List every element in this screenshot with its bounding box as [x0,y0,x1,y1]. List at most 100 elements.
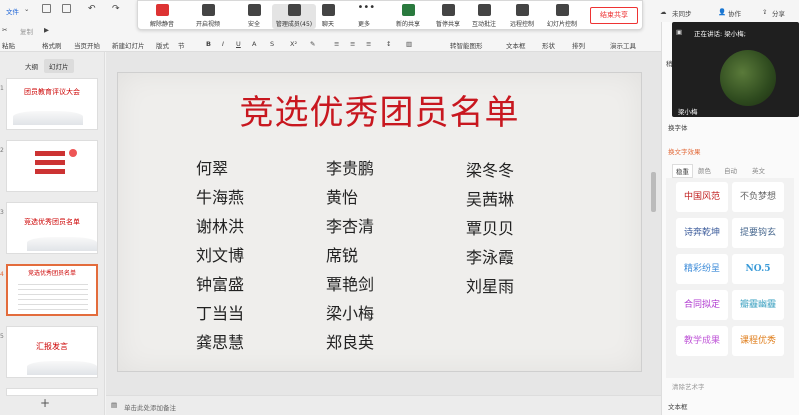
remote-control-button[interactable]: 远程控制 [502,4,542,28]
align-right-icon[interactable]: ≡ [366,40,371,48]
new-share-button[interactable]: 新的共享 [388,4,428,28]
name-text: 丁当当 [196,304,245,323]
name-text: 梁冬冬 [466,161,515,180]
change-font-item[interactable]: 换字体 [668,122,688,132]
tab-outline[interactable]: 大纲 [20,59,43,73]
wordart-sample[interactable]: 教学成果 [676,326,728,356]
textbox-button[interactable]: 文本框 [506,40,526,50]
undo-icon[interactable]: ↶ [88,4,96,14]
speaker-video-window[interactable]: ▣ 正在讲话: 梁小梅; 梁小梅 [672,22,799,117]
menu-chevron-icon[interactable]: ⌄ [24,5,29,13]
vertical-scrollbar[interactable] [651,172,656,212]
strikethrough-icon[interactable]: S [270,40,274,48]
start-video-button[interactable]: 开启视频 [188,4,228,28]
clear-wordart-button[interactable]: 清除艺术字 [672,381,705,391]
wordart-sample[interactable]: 合同拟定 [676,290,728,320]
presenter-tools-button[interactable]: 演示工具 [610,40,636,50]
superscript-icon[interactable]: X² [290,40,297,48]
speaker-icon: ▣ [676,28,683,36]
italic-icon[interactable]: I [222,40,224,48]
text-effect-item[interactable]: 换文字效果 [668,146,701,156]
slide-title[interactable]: 竞选优秀团员名单 [118,85,641,134]
effect-tab[interactable]: 自动 [724,165,737,175]
print-icon[interactable] [62,4,72,13]
security-button[interactable]: 安全 [234,4,274,28]
slide-thumbnail-2[interactable] [6,140,98,192]
slide-thumbnail-5[interactable]: 汇报发言 [6,326,98,378]
new-slide-button[interactable]: 新建幻灯片 [112,40,145,50]
format-painter-button[interactable]: 格式刷 [42,40,62,50]
annotate-button[interactable]: 互动批注 [464,4,504,28]
tab-slides[interactable]: 幻灯片 [44,59,74,73]
shield-icon [247,4,261,16]
highlight-icon[interactable]: ✎ [310,40,315,48]
shape-button[interactable]: 形状 [542,40,555,50]
share-screen-icon [401,4,415,16]
thumb-title: 团员教育评议大会 [24,88,80,96]
thumb-text-lines [18,280,88,310]
notes-placeholder[interactable]: 单击此处添加备注 [124,402,176,412]
thumb-number: 5 [0,333,4,340]
slide-thumbnail-6[interactable] [6,388,98,396]
share-button[interactable]: 分享 [772,8,785,18]
name-text: 梁小梅 [326,304,375,323]
remote-label: 远程控制 [509,21,534,28]
wordart-sample[interactable]: 精彩纷呈 [676,254,728,284]
end-share-button[interactable]: 结束共享 [590,7,638,24]
unmute-button[interactable]: 解除静音 [142,4,182,28]
members-label: 管理成员(45) [275,21,313,28]
play-icon[interactable]: ▶ [44,26,49,34]
effect-tab[interactable]: 颜色 [698,165,711,175]
slide-thumbnail-3[interactable]: 竞选优秀团员名单 [6,202,98,254]
annotate-label: 互动批注 [471,21,496,28]
align-center-icon[interactable]: ≡ [350,40,355,48]
file-menu[interactable]: 文件 [6,6,19,16]
effect-tab[interactable]: 稳重 [672,164,693,178]
cut-icon[interactable]: ✂ [2,26,7,34]
textbox-section[interactable]: 文本框 [668,401,688,411]
layout-button[interactable]: 版式 [156,40,169,50]
slide-thumbnail-4[interactable]: 竞选优秀团员名单 [6,264,98,316]
wordart-sample[interactable]: 中国风范 [676,182,728,212]
slide-control-button[interactable]: 幻灯片控制 [540,4,584,28]
chat-button[interactable]: 聊天 [308,4,348,28]
wordart-sample[interactable]: 课程优秀 [732,326,784,356]
thumb-title: 竞选优秀团员名单 [24,218,80,226]
wordart-sample[interactable]: 提要钩玄 [732,218,784,248]
line-spacing-icon[interactable]: ↕ [386,40,391,48]
effect-tab[interactable]: 英文 [752,165,765,175]
underline-icon[interactable]: U [236,40,241,48]
remote-icon [515,4,529,16]
smart-graphic-button[interactable]: 转智能图形 [450,40,483,50]
sync-status[interactable]: 未同步 [672,8,692,18]
current-slide[interactable]: 竞选优秀团员名单 何翠 牛海燕 谢林洪 刘文博 钟富盛 丁当当 龚思慧 李贵鹏 … [117,72,642,372]
more-button[interactable]: ••• 更多 [344,3,384,29]
mountain-art [27,237,97,251]
thumb-number: 2 [0,147,4,154]
chat-label: 聊天 [321,21,334,28]
align-icon[interactable]: ≡ [334,40,339,48]
play-current-button[interactable]: 当页开始 [74,40,100,50]
save-icon[interactable] [42,4,52,13]
slide-thumbnail-pane: 大纲 幻灯片 1 团员教育评议大会 2 3 竞选优秀团员名单 4 竞选优秀团员名… [0,52,105,415]
notes-bar[interactable]: ▤ 单击此处添加备注 [106,395,661,415]
arrange-button[interactable]: 排列 [572,40,585,50]
redo-icon[interactable]: ↷ [112,4,120,14]
paste-button[interactable]: 粘贴 [2,40,15,50]
columns-icon[interactable]: ▥ [406,40,412,48]
wordart-sample[interactable]: 不负梦想 [732,182,784,212]
wordart-sample[interactable]: 诗奔乾坤 [676,218,728,248]
pause-share-button[interactable]: 暂停共享 [428,4,468,28]
copy-button[interactable]: 复制 [20,26,33,36]
bold-icon[interactable]: B [206,40,211,48]
font-color-icon[interactable]: A [252,40,256,48]
collab-button[interactable]: 协作 [728,8,741,18]
thumb-bar [35,160,65,165]
wordart-sample[interactable]: NO.5 [732,254,784,284]
slide-thumbnail-1[interactable]: 团员教育评议大会 [6,78,98,130]
wordart-sample[interactable]: 瓣霾幽霾 [732,290,784,320]
add-slide-button[interactable]: + [40,396,50,410]
thumb-title: 汇报发言 [36,342,68,351]
name-text: 龚思慧 [196,333,245,352]
section-button[interactable]: 节 [178,40,185,50]
